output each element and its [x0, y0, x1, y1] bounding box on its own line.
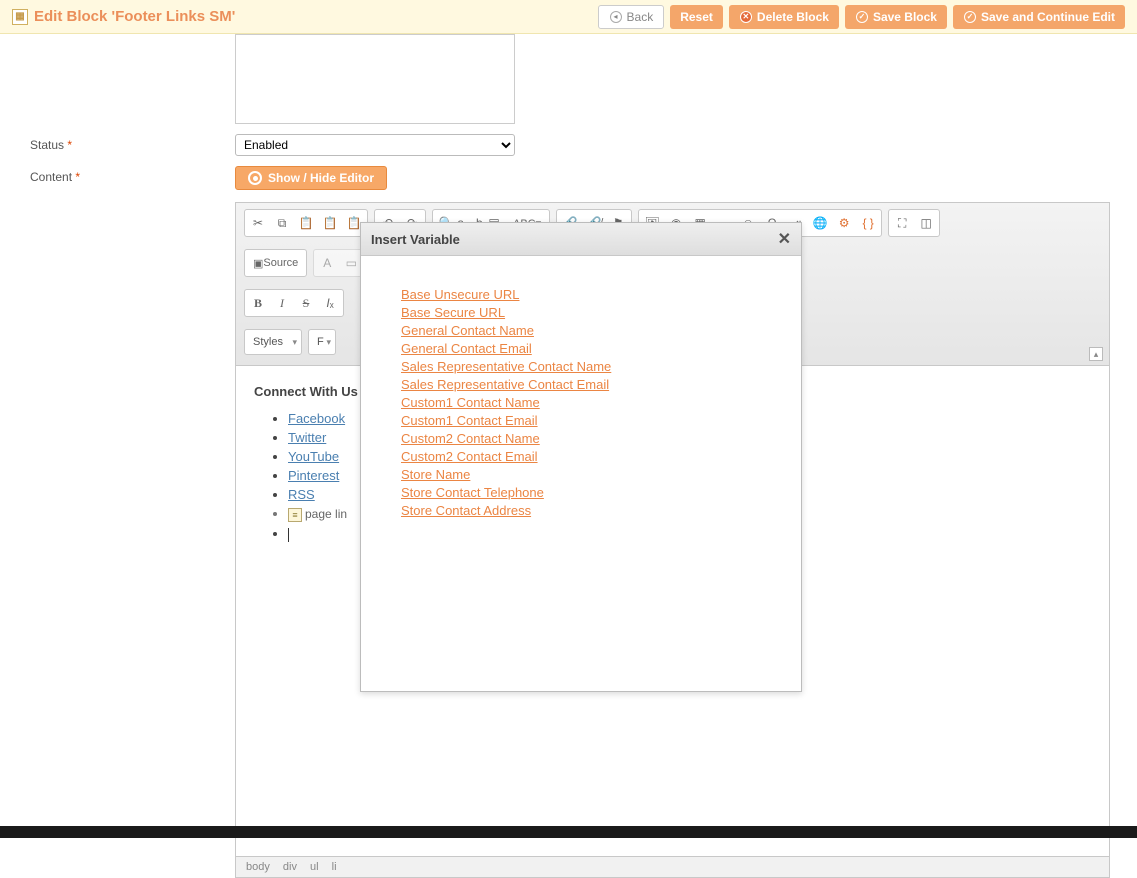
widget-button[interactable]: ⚙: [833, 212, 855, 234]
paste-button[interactable]: 📋: [295, 212, 317, 234]
variable-button[interactable]: { }: [857, 212, 879, 234]
save-continue-button[interactable]: ✓ Save and Continue Edit: [953, 5, 1125, 29]
format-select[interactable]: F: [308, 329, 336, 355]
dialog-header: Insert Variable ✕: [361, 223, 801, 256]
status-row: Status * Enabled: [30, 134, 1125, 156]
block-icon: ▦: [12, 9, 28, 25]
delete-block-button[interactable]: ✕ Delete Block: [729, 5, 839, 29]
status-label: Status *: [30, 134, 235, 152]
close-icon[interactable]: ✕: [778, 229, 791, 249]
dialog-body: Base Unsecure URL Base Secure URL Genera…: [361, 256, 801, 550]
page-title: ▦ Edit Block 'Footer Links SM': [12, 8, 235, 25]
path-segment[interactable]: body: [246, 861, 270, 873]
editor-statusbar: body div ul li: [236, 856, 1109, 877]
source-button[interactable]: ▣ Source: [247, 252, 304, 274]
delete-icon: ✕: [740, 11, 752, 23]
reset-button[interactable]: Reset: [670, 5, 723, 29]
browser-status-strip: [0, 826, 1137, 838]
content-link[interactable]: YouTube: [288, 449, 339, 464]
content-link[interactable]: Pinterest: [288, 468, 339, 483]
check-icon: ✓: [964, 11, 976, 23]
path-segment[interactable]: ul: [310, 861, 319, 873]
variable-link[interactable]: Store Contact Address: [401, 502, 761, 520]
variable-link[interactable]: Custom2 Contact Name: [401, 430, 761, 448]
status-select[interactable]: Enabled: [235, 134, 515, 156]
template-group: A ▭: [313, 249, 365, 277]
widget-label: page lin: [305, 507, 347, 521]
styles-select[interactable]: Styles: [244, 329, 302, 355]
dialog-title: Insert Variable: [371, 232, 460, 247]
iframe-button[interactable]: 🌐: [809, 212, 831, 234]
variable-link[interactable]: Custom2 Contact Email: [401, 448, 761, 466]
bold-button[interactable]: B: [247, 292, 269, 314]
back-arrow-icon: ◂: [610, 11, 622, 23]
insert-variable-dialog: Insert Variable ✕ Base Unsecure URL Base…: [360, 222, 802, 692]
template-button[interactable]: A: [316, 252, 338, 274]
toolbar-collapse-icon[interactable]: ▴: [1089, 347, 1103, 361]
check-icon: ✓: [856, 11, 868, 23]
template2-button[interactable]: ▭: [340, 252, 362, 274]
variable-link[interactable]: Store Contact Telephone: [401, 484, 761, 502]
text-cursor: [288, 528, 289, 542]
field-placeholder-box: [235, 34, 515, 124]
variable-link[interactable]: Custom1 Contact Email: [401, 412, 761, 430]
variable-link[interactable]: Store Name: [401, 466, 761, 484]
topbar: ▦ Edit Block 'Footer Links SM' ◂ Back Re…: [0, 0, 1137, 34]
path-segment[interactable]: div: [283, 861, 297, 873]
clipboard-group: ✂ ⧉ 📋 📋 📋: [244, 209, 368, 237]
content-label: Content *: [30, 166, 235, 184]
strike-button[interactable]: S: [295, 292, 317, 314]
italic-button[interactable]: I: [271, 292, 293, 314]
variable-link[interactable]: General Contact Email: [401, 340, 761, 358]
page-body: Status * Enabled Content * Show / Hide E…: [0, 34, 1137, 878]
toggle-editor-button[interactable]: Show / Hide Editor: [235, 166, 387, 190]
widget-icon: ≡: [288, 508, 302, 522]
copy-button[interactable]: ⧉: [271, 212, 293, 234]
basic-style-group: B I S Iₓ: [244, 289, 344, 317]
variable-link[interactable]: Sales Representative Contact Email: [401, 376, 761, 394]
variable-link[interactable]: Sales Representative Contact Name: [401, 358, 761, 376]
eye-icon: [248, 171, 262, 185]
save-block-button[interactable]: ✓ Save Block: [845, 5, 947, 29]
showblocks-button[interactable]: ◫: [915, 212, 937, 234]
source-group: ▣ Source: [244, 249, 307, 277]
removeformat-button[interactable]: Iₓ: [319, 292, 341, 314]
variable-link[interactable]: Custom1 Contact Name: [401, 394, 761, 412]
maximize-button[interactable]: ⛶: [891, 212, 913, 234]
content-link[interactable]: Facebook: [288, 411, 345, 426]
back-button[interactable]: ◂ Back: [598, 5, 665, 29]
variable-link[interactable]: General Contact Name: [401, 322, 761, 340]
paste-text-button[interactable]: 📋: [319, 212, 341, 234]
cut-button[interactable]: ✂: [247, 212, 269, 234]
variable-link[interactable]: Base Unsecure URL: [401, 286, 761, 304]
content-link[interactable]: Twitter: [288, 430, 326, 445]
content-link[interactable]: RSS: [288, 487, 315, 502]
variable-link[interactable]: Base Secure URL: [401, 304, 761, 322]
tools-group: ⛶ ◫: [888, 209, 940, 237]
path-segment[interactable]: li: [332, 861, 337, 873]
topbar-actions: ◂ Back Reset ✕ Delete Block ✓ Save Block…: [598, 5, 1125, 29]
